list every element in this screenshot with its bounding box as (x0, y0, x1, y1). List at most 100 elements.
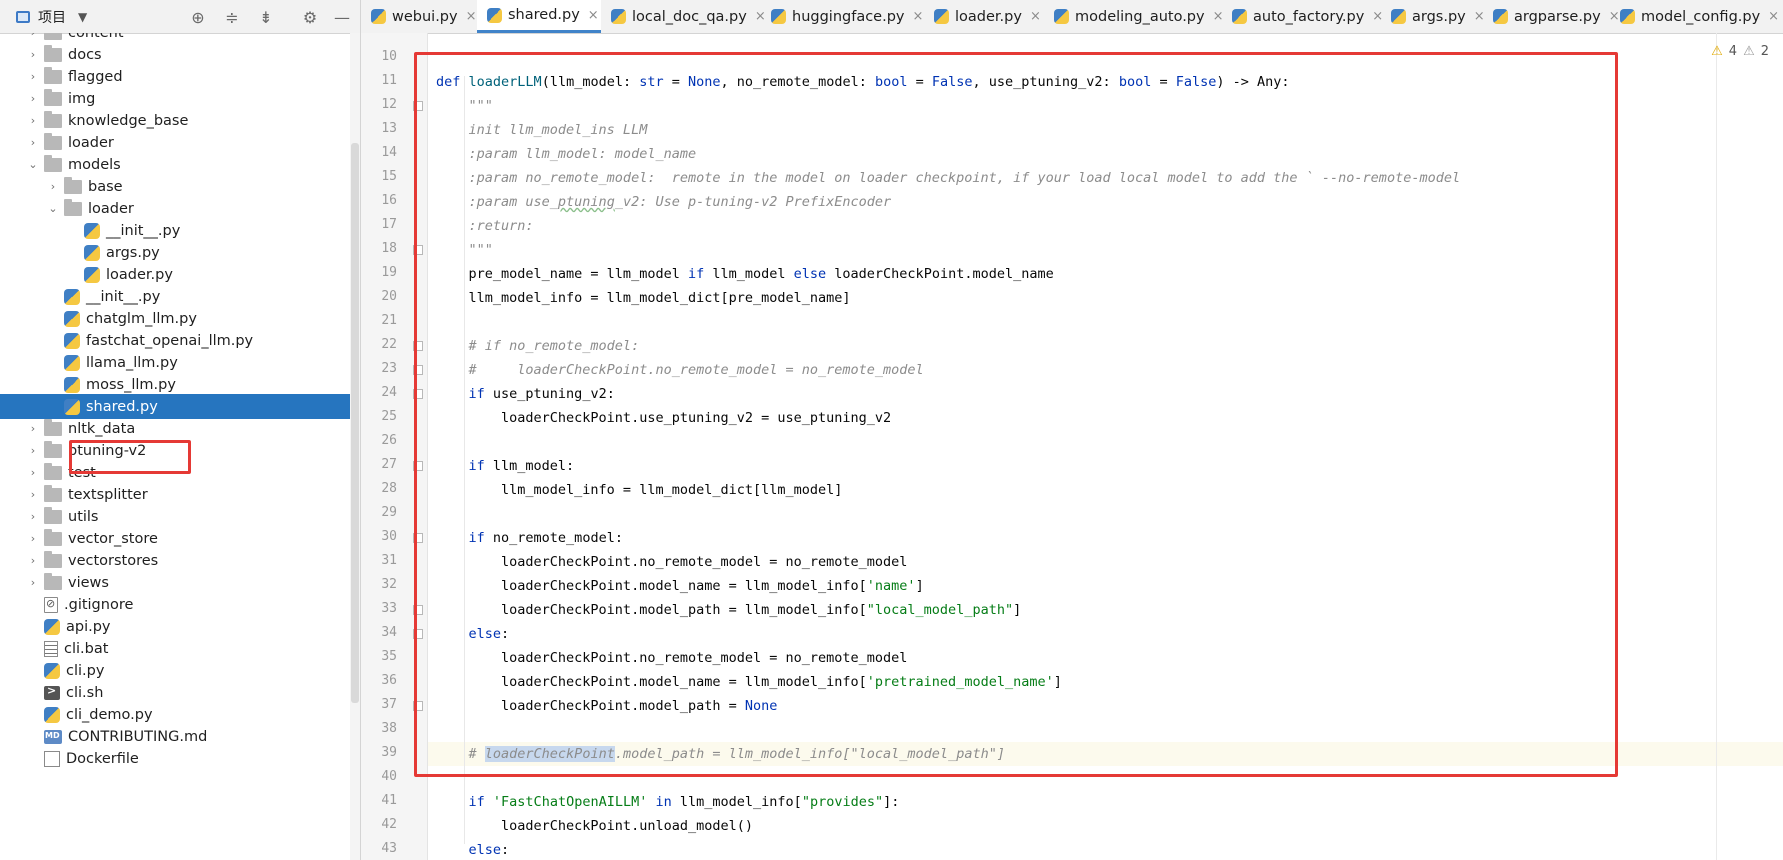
python-file-icon (64, 288, 80, 305)
fold-marker-icon[interactable] (413, 461, 423, 471)
tree-item-label: loader (88, 200, 134, 217)
editor-tab[interactable]: auto_factory.py × (1222, 0, 1383, 33)
fold-marker-icon[interactable] (413, 341, 423, 351)
fold-marker-icon[interactable] (413, 605, 423, 615)
close-icon[interactable]: × (466, 9, 477, 24)
editor-tab[interactable]: huggingface.py × (761, 0, 924, 33)
editor-tab[interactable]: argparse.py × (1483, 0, 1620, 33)
chevron-right-icon[interactable]: › (26, 33, 40, 39)
code-line: pre_model_name = llm_model if llm_model … (436, 266, 1054, 282)
chevron-right-icon[interactable]: › (26, 92, 40, 105)
project-sidebar: 项目 ▼ ⊕ ≑ ⇟ ⚙ — › content › docs › flagged › img… (0, 0, 361, 860)
python-file-icon (44, 618, 60, 635)
line-number: 37 (381, 697, 397, 712)
tree-item-label: cli.py (66, 662, 105, 679)
code-line: loaderCheckPoint.model_path = llm_model_… (436, 602, 1022, 618)
close-icon[interactable]: × (1768, 9, 1779, 24)
fold-marker-icon[interactable] (413, 629, 423, 639)
tree-item-label: knowledge_base (68, 112, 189, 129)
code-editor[interactable]: def loaderLLM(llm_model: str = None, no_… (428, 33, 1783, 860)
warning-count: 4 (1728, 44, 1738, 59)
code-line: if use_ptuning_v2: (468, 386, 615, 402)
tree-item-label: views (68, 574, 109, 591)
code-line: loaderCheckPoint.use_ptuning_v2 = use_pt… (436, 410, 892, 426)
project-tree: › content › docs › flagged › img › knowledge_base… (0, 33, 350, 860)
inspection-widget[interactable]: ⚠ 4 ⚠ 2 (1711, 44, 1769, 59)
fold-marker-icon[interactable] (413, 365, 423, 375)
line-number: 20 (381, 289, 397, 304)
locate-icon[interactable]: ⊕ (187, 6, 209, 28)
fold-marker-icon[interactable] (413, 101, 423, 111)
expand-all-icon[interactable]: ≑ (221, 6, 243, 28)
line-number: 15 (381, 169, 397, 184)
folder-icon (64, 198, 82, 216)
editor-tab[interactable]: args.py × (1381, 0, 1485, 33)
tree-item[interactable]: Dockerfile (0, 746, 350, 771)
close-icon[interactable]: × (588, 8, 599, 23)
gear-icon[interactable]: ⚙ (299, 6, 321, 28)
close-icon[interactable]: × (1030, 9, 1041, 24)
editor-tab[interactable]: modeling_auto.py × (1044, 0, 1224, 33)
line-number: 42 (381, 817, 397, 832)
fold-marker-icon[interactable] (413, 245, 423, 255)
fold-marker-icon[interactable] (413, 389, 423, 399)
folder-icon (44, 462, 62, 480)
chevron-right-icon[interactable]: › (26, 576, 40, 589)
editor-tab[interactable]: shared.py × (477, 0, 601, 33)
editor-tab[interactable]: local_doc_qa.py × (601, 0, 766, 33)
chevron-right-icon[interactable]: › (26, 114, 40, 127)
chevron-down-icon[interactable]: ▼ (78, 10, 87, 24)
editor-tab[interactable]: webui.py × (361, 0, 477, 33)
collapse-all-icon[interactable]: ⇟ (255, 6, 277, 28)
tree-scrollbar[interactable] (350, 33, 360, 860)
chevron-right-icon[interactable]: › (26, 136, 40, 149)
tree-item-label: moss_llm.py (86, 376, 176, 393)
chevron-right-icon[interactable]: › (26, 510, 40, 523)
hide-panel-icon[interactable]: — (331, 6, 353, 28)
line-number: 29 (381, 505, 397, 520)
chevron-right-icon[interactable]: › (26, 444, 40, 457)
code-line: :param use_ptuning_v2: Use p-tuning-v2 P… (436, 194, 892, 210)
python-file-icon (1493, 9, 1508, 24)
tree-item-label: api.py (66, 618, 111, 635)
chevron-right-icon[interactable]: › (26, 48, 40, 61)
chevron-right-icon[interactable]: › (26, 466, 40, 479)
line-number: 39 (381, 745, 397, 760)
chevron-right-icon[interactable]: › (26, 554, 40, 567)
chevron-right-icon[interactable]: › (26, 488, 40, 501)
tree-scrollbar-thumb[interactable] (351, 143, 359, 703)
line-number-gutter: 10 11 12 13 14 15 16 17 18 19 20 21 22 23 24 25 26 27 28 29… (361, 33, 428, 860)
code-line: if 'FastChatOpenAILLM' in llm_model_info… (468, 794, 900, 810)
line-number: 36 (381, 673, 397, 688)
tree-item-label: loader (68, 134, 114, 151)
weak-warning-count: 2 (1760, 44, 1769, 59)
weak-warning-icon: ⚠ (1743, 44, 1755, 59)
python-file-icon (934, 9, 949, 24)
fold-marker-icon[interactable] (413, 533, 423, 543)
line-number: 28 (381, 481, 397, 496)
chevron-right-icon[interactable]: › (26, 532, 40, 545)
file-icon (44, 729, 62, 744)
line-number: 17 (381, 217, 397, 232)
chevron-right-icon[interactable]: › (26, 422, 40, 435)
tab-label: auto_factory.py (1253, 8, 1365, 25)
code-line: # loaderCheckPoint.model_path = llm_mode… (436, 746, 1005, 762)
code-line: llm_model_info = llm_model_dict[llm_mode… (436, 482, 843, 498)
python-file-icon (84, 266, 100, 283)
python-file-icon (64, 398, 80, 415)
close-icon[interactable]: × (913, 9, 924, 24)
code-line: loaderCheckPoint.no_remote_model = no_re… (436, 650, 908, 666)
chevron-down-icon[interactable]: ⌄ (26, 158, 40, 171)
fold-marker-icon[interactable] (413, 701, 423, 711)
chevron-right-icon[interactable]: › (26, 70, 40, 83)
tab-label: loader.py (955, 8, 1022, 25)
line-number: 26 (381, 433, 397, 448)
chevron-right-icon[interactable]: › (46, 180, 60, 193)
editor-tab[interactable]: model_config.py × (1610, 0, 1783, 33)
line-number: 12 (381, 97, 397, 112)
chevron-down-icon[interactable]: ⌄ (46, 202, 60, 215)
project-title[interactable]: 项目 (38, 7, 66, 27)
tree-item-label: .gitignore (64, 596, 134, 613)
editor-tab[interactable]: loader.py × (924, 0, 1044, 33)
file-icon (44, 750, 60, 767)
